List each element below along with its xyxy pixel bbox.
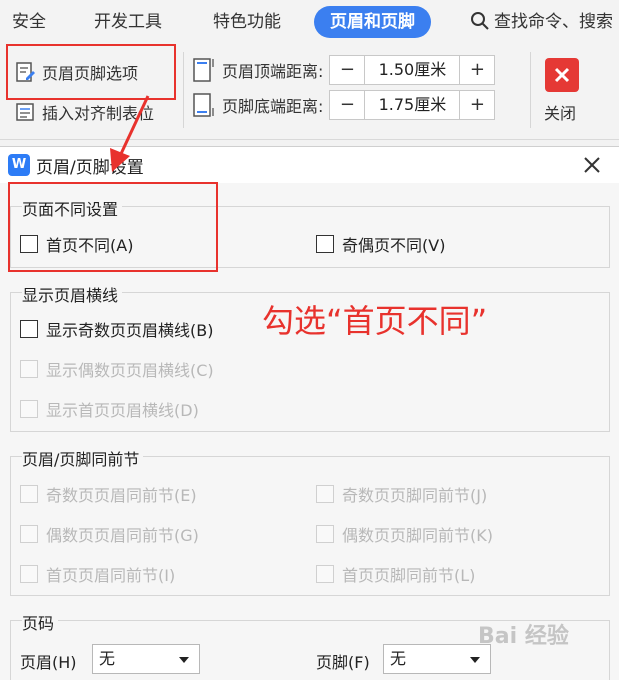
close-header-footer-button[interactable] xyxy=(545,58,579,92)
command-search[interactable]: 查找命令、搜索 xyxy=(470,6,613,38)
increase-button[interactable]: + xyxy=(460,91,494,119)
checkbox-box xyxy=(316,565,334,583)
header-top-distance-value[interactable]: 1.50厘米 xyxy=(364,56,461,84)
first-header-line-label: 显示首页页眉横线(D) xyxy=(46,401,199,420)
header-distance-icon xyxy=(193,58,214,82)
checkbox-box xyxy=(20,485,38,503)
checkbox-box xyxy=(316,485,334,503)
page-number-title: 页码 xyxy=(22,610,59,634)
even-footer-prev-label: 偶数页页脚同前节(K) xyxy=(342,526,493,545)
tab-security[interactable]: 安全 xyxy=(12,6,46,38)
decrease-button[interactable]: − xyxy=(330,91,364,119)
odd-even-diff-checkbox[interactable]: 奇偶页不同(V) xyxy=(316,232,445,256)
odd-footer-prev-checkbox: 奇数页页脚同前节(J) xyxy=(316,482,487,506)
tab-header-footer[interactable]: 页眉和页脚 xyxy=(314,6,431,38)
annotation-text: 勾选“首页不同” xyxy=(262,302,488,340)
footer-bottom-distance-value[interactable]: 1.75厘米 xyxy=(364,91,461,119)
ribbon-tab-bar: 安全 开发工具 特色功能 页眉和页脚 查找命令、搜索 xyxy=(0,0,619,44)
tab-developer-tools[interactable]: 开发工具 xyxy=(94,6,162,38)
odd-header-prev-checkbox: 奇数页页眉同前节(E) xyxy=(20,482,197,506)
odd-footer-prev-label: 奇数页页脚同前节(J) xyxy=(342,486,488,505)
footer-bottom-distance-row: 页脚底端距离: − 1.75厘米 + xyxy=(192,89,496,121)
header-number-select[interactable]: 无 xyxy=(92,644,200,674)
checkbox-box xyxy=(316,525,334,543)
checkbox-box xyxy=(20,525,38,543)
toolbar-divider xyxy=(183,52,184,128)
close-icon xyxy=(554,67,570,83)
footer-number-select[interactable]: 无 xyxy=(383,644,491,674)
footer-bottom-distance-stepper[interactable]: − 1.75厘米 + xyxy=(329,90,496,120)
checkbox-box[interactable] xyxy=(316,235,334,253)
odd-even-diff-label: 奇偶页不同(V) xyxy=(342,236,446,255)
footer-number-label: 页脚(F) xyxy=(316,653,370,672)
first-footer-prev-label: 首页页脚同前节(L) xyxy=(342,566,476,585)
checkbox-box xyxy=(20,360,38,378)
footer-bottom-distance-label: 页脚底端距离: xyxy=(222,97,324,116)
footer-number-value: 无 xyxy=(390,649,407,668)
close-label[interactable]: 关闭 xyxy=(544,100,576,124)
chevron-down-icon xyxy=(179,657,189,663)
decrease-button[interactable]: − xyxy=(330,56,364,84)
header-top-distance-row: 页眉顶端距离: − 1.50厘米 + xyxy=(192,54,496,86)
checkbox-box[interactable] xyxy=(20,320,38,338)
checkbox-box xyxy=(20,400,38,418)
first-header-line-checkbox: 显示首页页眉横线(D) xyxy=(20,397,199,421)
even-header-line-checkbox: 显示偶数页页眉横线(C) xyxy=(20,357,214,381)
highlight-box-first-page xyxy=(8,182,218,272)
odd-header-line-checkbox[interactable]: 显示奇数页页眉横线(B) xyxy=(20,317,213,341)
header-number-value: 无 xyxy=(99,649,116,668)
align-tab-icon xyxy=(16,103,34,121)
tab-special-features[interactable]: 特色功能 xyxy=(213,6,281,38)
search-label: 查找命令、搜索 xyxy=(494,12,613,32)
header-lines-title: 显示页眉横线 xyxy=(22,282,123,306)
odd-header-prev-label: 奇数页页眉同前节(E) xyxy=(46,486,197,505)
header-number-label: 页眉(H) xyxy=(20,653,77,672)
annotation-arrow-icon xyxy=(110,95,150,172)
even-footer-prev-checkbox: 偶数页页脚同前节(K) xyxy=(316,522,493,546)
wps-logo-icon: W xyxy=(8,154,30,176)
same-as-prev-title: 页眉/页脚同前节 xyxy=(22,446,144,470)
even-header-prev-checkbox: 偶数页页眉同前节(G) xyxy=(20,522,199,546)
first-footer-prev-checkbox: 首页页脚同前节(L) xyxy=(316,562,475,586)
chevron-down-icon xyxy=(470,657,480,663)
increase-button[interactable]: + xyxy=(460,56,494,84)
toolbar-divider xyxy=(530,52,531,128)
dialog-title-bar: W 页眉/页脚设置 xyxy=(0,147,619,183)
footer-distance-icon xyxy=(193,93,214,117)
odd-header-line-label: 显示奇数页页眉横线(B) xyxy=(46,321,214,340)
first-header-prev-label: 首页页眉同前节(I) xyxy=(46,566,176,585)
header-top-distance-label: 页眉顶端距离: xyxy=(222,62,324,81)
even-header-prev-label: 偶数页页眉同前节(G) xyxy=(46,526,199,545)
header-top-distance-stepper[interactable]: − 1.50厘米 + xyxy=(329,55,496,85)
dialog-close-icon[interactable] xyxy=(580,153,604,177)
checkbox-box xyxy=(20,565,38,583)
first-header-prev-checkbox: 首页页眉同前节(I) xyxy=(20,562,175,586)
even-header-line-label: 显示偶数页页眉横线(C) xyxy=(46,361,214,380)
search-icon xyxy=(471,12,489,30)
baidu-watermark: Bai 经验 xyxy=(478,624,569,649)
